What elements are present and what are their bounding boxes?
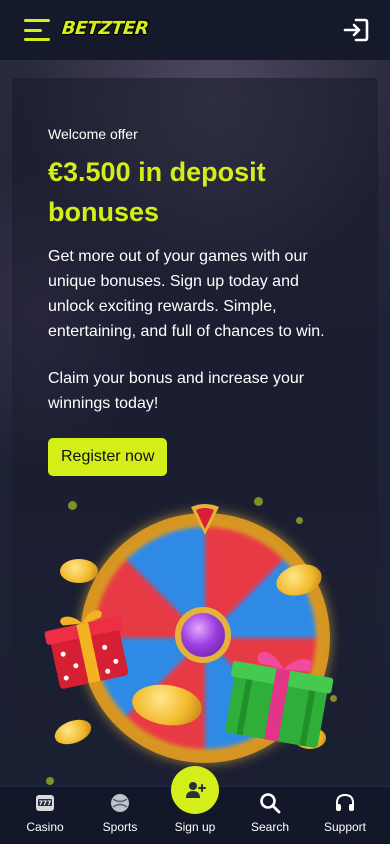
green-gift-box-icon — [225, 652, 334, 748]
prize-wheel-illustration — [40, 495, 340, 785]
headset-icon — [336, 793, 354, 811]
slot-machine-icon: 777 — [36, 795, 54, 811]
nav-item-casino[interactable]: 777 Casino — [8, 792, 82, 834]
ball-icon — [111, 794, 129, 812]
nav-item-sports[interactable]: Sports — [83, 792, 157, 834]
offer-claim-text: Claim your bonus and increase your winni… — [48, 370, 305, 412]
nav-item-search[interactable]: Search — [233, 792, 307, 834]
bottom-navigation: 777 Casino Sports Sign up Search Support — [0, 766, 390, 844]
nav-label-support: Support — [323, 820, 367, 834]
sparkle-dot — [46, 777, 54, 785]
nav-item-signup[interactable]: Sign up — [158, 766, 232, 834]
register-now-button[interactable]: Register now — [48, 438, 168, 476]
wheel-hub — [175, 607, 231, 663]
sparkle-dot — [254, 497, 263, 506]
wheel-pointer-icon — [191, 504, 219, 535]
hero-content: Welcome offer €3.500 in deposit bonuses … — [48, 126, 348, 476]
coin — [60, 559, 98, 583]
red-gift-box-icon — [44, 610, 129, 689]
offer-headline: €3.500 in deposit bonuses — [48, 157, 266, 227]
nav-label-sports: Sports — [102, 820, 138, 834]
top-header: BETZTER — [0, 0, 390, 60]
nav-item-support[interactable]: Support — [308, 792, 382, 834]
search-icon — [260, 793, 281, 814]
offer-description: Get more out of your games with our uniq… — [48, 248, 325, 340]
sparkle-dot — [296, 517, 303, 524]
nav-label-search: Search — [250, 820, 290, 834]
nav-label-signup: Sign up — [174, 820, 216, 834]
nav-label-casino: Casino — [26, 820, 64, 834]
coin — [51, 715, 95, 749]
sparkle-dot — [68, 501, 77, 510]
add-user-icon — [186, 782, 206, 798]
hamburger-menu-icon[interactable] — [24, 19, 50, 41]
login-arrow-icon[interactable] — [342, 16, 370, 44]
brand-logo[interactable]: BETZTER — [61, 18, 149, 39]
svg-text:777: 777 — [39, 800, 52, 807]
offer-eyebrow: Welcome offer — [48, 126, 138, 142]
signup-circle[interactable] — [171, 766, 219, 814]
